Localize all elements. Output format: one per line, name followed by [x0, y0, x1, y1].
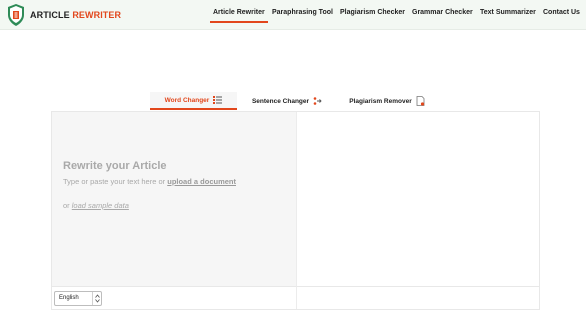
tab-word-changer[interactable]: Word Changer — [150, 92, 237, 110]
nav-paraphrasing-tool[interactable]: Paraphrasing Tool — [272, 9, 333, 16]
select-arrows-icon — [92, 292, 101, 305]
output-footer — [296, 286, 539, 309]
editor-hint: Type or paste your text here or upload a… — [63, 177, 236, 186]
output-text-area[interactable] — [296, 112, 539, 286]
sample-data-line: or load sample data — [63, 201, 129, 210]
main-nav: Article Rewriter Paraphrasing Tool Plagi… — [0, 9, 586, 25]
input-footer: English — [52, 286, 296, 309]
rewriter-editor: Rewrite your Article Type or paste your … — [51, 111, 540, 310]
sample-prefix: or — [63, 201, 70, 210]
tab-plagiarism-remover[interactable]: Plagiarism Remover — [346, 92, 428, 110]
list-icon — [213, 96, 223, 104]
language-value: English — [59, 295, 79, 301]
upload-document-link[interactable]: upload a document — [167, 177, 236, 186]
nav-grammar-checker[interactable]: Grammar Checker — [412, 9, 473, 16]
language-select[interactable]: English — [54, 291, 102, 306]
nav-article-rewriter[interactable]: Article Rewriter — [210, 9, 268, 23]
nav-contact-us[interactable]: Contact Us — [543, 9, 580, 16]
hint-text: Type or paste your text here or — [63, 177, 166, 186]
top-navigation-bar: ARTICLE REWRITER Article Rewriter Paraph… — [0, 0, 586, 30]
tab-label: Sentence Changer — [251, 97, 310, 105]
tab-label: Plagiarism Remover — [349, 97, 412, 105]
load-sample-data-link[interactable]: load sample data — [72, 201, 129, 210]
swap-icon — [313, 97, 322, 105]
document-icon — [416, 96, 425, 106]
tab-sentence-changer[interactable]: Sentence Changer — [248, 92, 326, 110]
tab-label: Word Changer — [164, 96, 210, 104]
nav-text-summarizer[interactable]: Text Summarizer — [480, 9, 536, 16]
editor-title: Rewrite your Article — [63, 160, 167, 172]
input-text-area[interactable]: Rewrite your Article Type or paste your … — [52, 112, 296, 286]
nav-plagiarism-checker[interactable]: Plagiarism Checker — [340, 9, 405, 16]
